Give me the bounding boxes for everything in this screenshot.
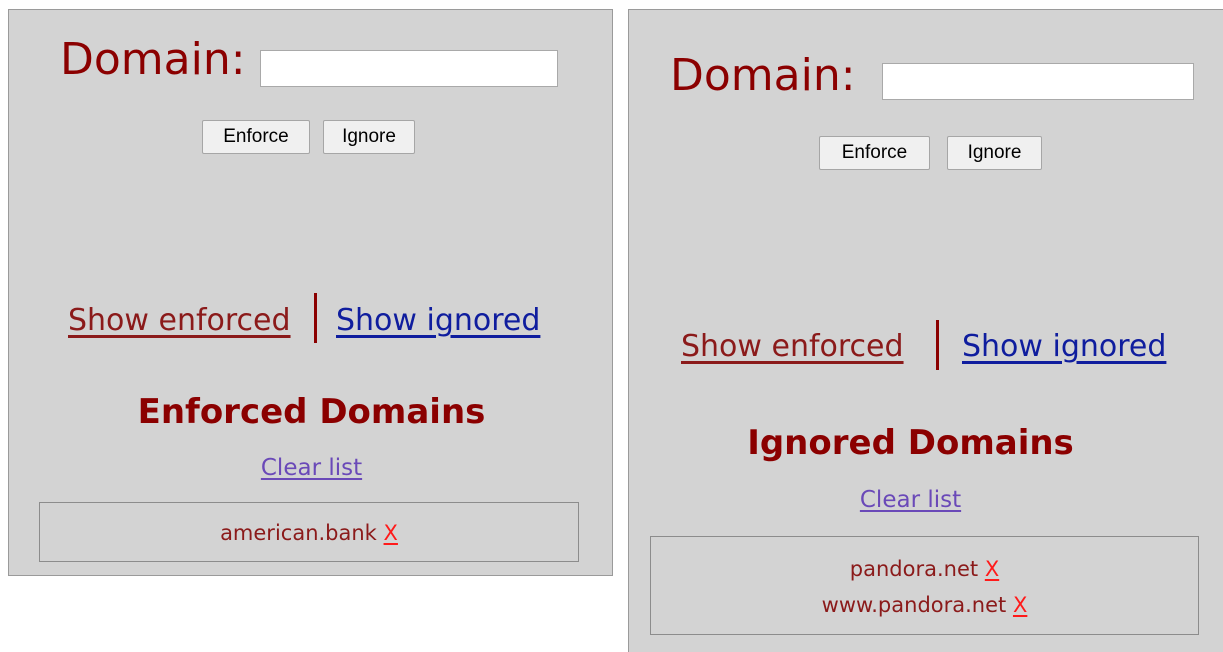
ignore-button[interactable]: Ignore xyxy=(323,120,415,154)
clear-list-link[interactable]: Clear list xyxy=(261,455,362,481)
remove-item-link[interactable]: X xyxy=(985,557,999,581)
remove-item-link[interactable]: X xyxy=(384,521,398,545)
show-ignored-link[interactable]: Show ignored xyxy=(336,306,540,336)
remove-item-link[interactable]: X xyxy=(1013,593,1027,617)
list-item: american.bank X xyxy=(40,523,578,544)
show-enforced-link[interactable]: Show enforced xyxy=(68,306,291,336)
show-enforced-link[interactable]: Show enforced xyxy=(681,332,904,362)
ignored-panel: Domain: Enforce Ignore Show enforced Sho… xyxy=(628,9,1223,652)
nav-separator xyxy=(936,320,939,370)
list-heading: Enforced Domains xyxy=(137,392,486,432)
enforced-panel: Domain: Enforce Ignore Show enforced Sho… xyxy=(8,9,613,576)
domain-label: Domain: xyxy=(60,34,246,85)
list-item-domain: pandora.net xyxy=(849,557,979,581)
list-item: pandora.net X xyxy=(651,559,1198,580)
nav-separator xyxy=(314,293,317,343)
clear-list-link[interactable]: Clear list xyxy=(860,487,961,513)
domain-label: Domain: xyxy=(670,50,856,101)
list-item: www.pandora.net X xyxy=(651,595,1198,616)
list-item-domain: www.pandora.net xyxy=(821,593,1007,617)
list-heading: Ignored Domains xyxy=(747,423,1074,463)
domain-list: american.bank X xyxy=(39,502,579,562)
domain-input[interactable] xyxy=(882,63,1194,100)
enforce-button[interactable]: Enforce xyxy=(202,120,310,154)
show-ignored-link[interactable]: Show ignored xyxy=(962,332,1166,362)
domain-input[interactable] xyxy=(260,50,558,87)
list-item-domain: american.bank xyxy=(220,521,377,545)
domain-list: pandora.net X www.pandora.net X xyxy=(650,536,1199,635)
ignore-button[interactable]: Ignore xyxy=(947,136,1042,170)
enforce-button[interactable]: Enforce xyxy=(819,136,930,170)
